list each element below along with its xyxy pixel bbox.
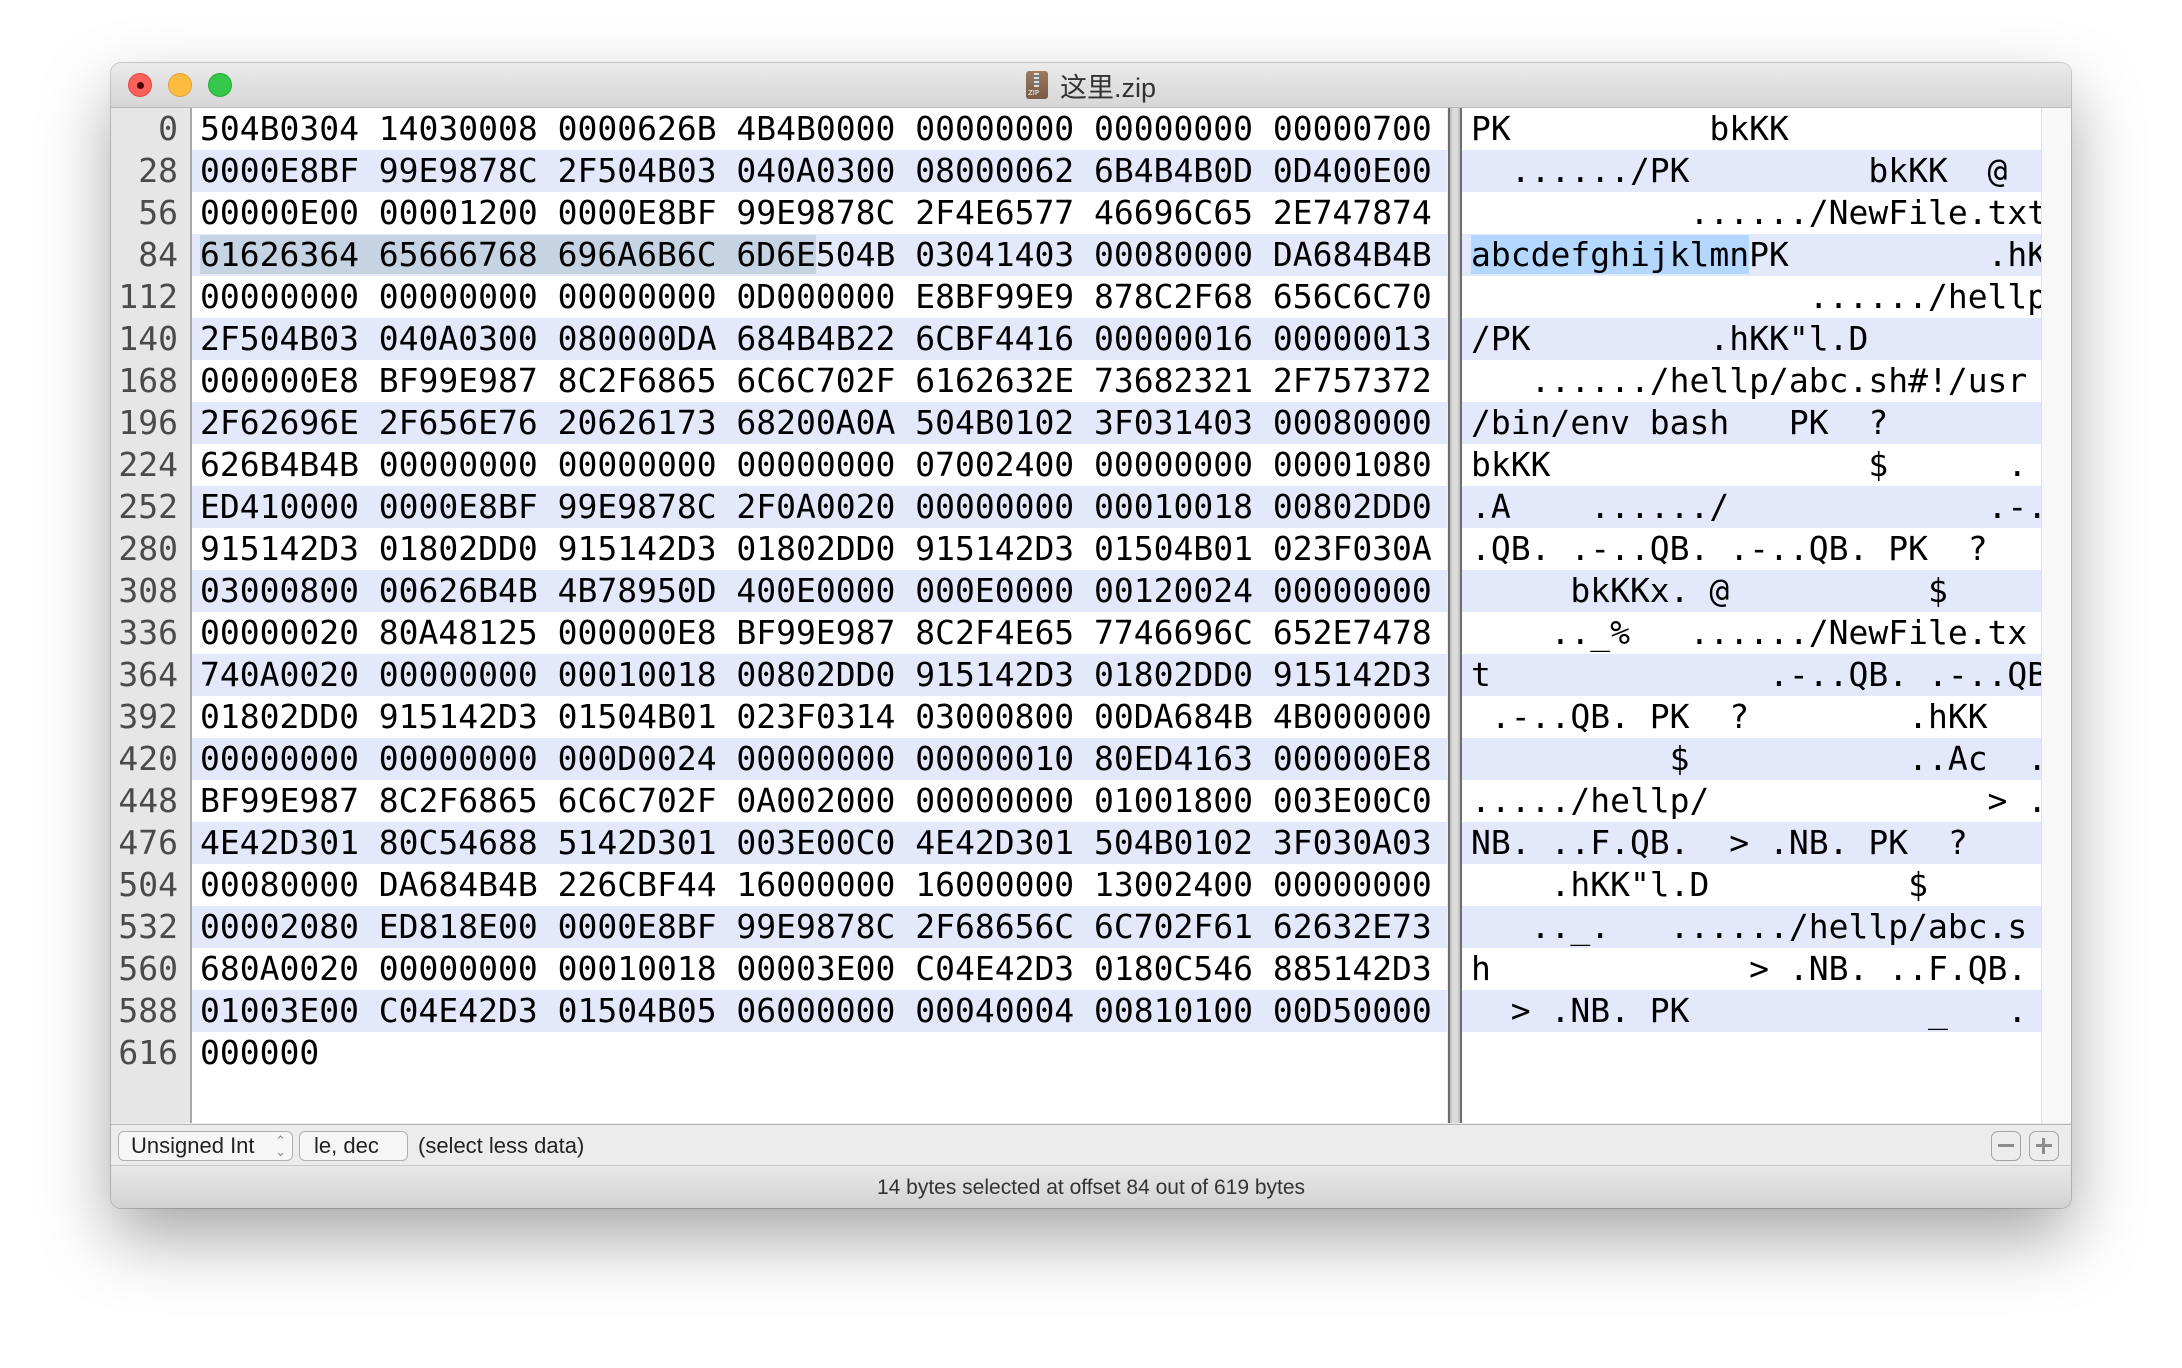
zip-archive-icon [1025,71,1048,99]
vertical-scrollbar[interactable] [2041,108,2071,1123]
row-offset: 28 [138,151,178,190]
offset-gutter: 0 28 56 84 112 140 168 196 224 252 280 308 336 364 392… [111,108,192,1123]
inspector-value: (select less data) [418,1133,585,1158]
ascii-row[interactable]: NB. ..F.QB. > .NB. PK ? [1462,822,2041,864]
hex-row[interactable]: 00000E00 00001200 0000E8BF 99E9878C 2F4E… [192,192,1447,234]
ascii-row[interactable]: .hKK"l.D $ [1462,864,2041,906]
hex-row[interactable]: 0000E8BF 99E9878C 2F504B03 040A0300 0800… [192,150,1447,192]
status-text: 14 bytes selected at offset 84 out of 61… [876,1175,1306,1199]
ascii-row[interactable]: bkKK $ . [1462,444,2041,486]
row-offset: 196 [118,403,178,442]
hex-row[interactable]: ED410000 0000E8BF 99E9878C 2F0A0020 0000… [192,486,1447,528]
hex-row[interactable]: 00080000 DA684B4B 226CBF44 16000000 1600… [192,864,1447,906]
hex-row[interactable]: 504B0304 14030008 0000626B 4B4B0000 0000… [192,108,1447,150]
type-popup[interactable]: Unsigned Int ⌃ ⌄ [118,1131,293,1161]
row-offset: 308 [118,571,178,610]
hex-row[interactable]: 2F504B03 040A0300 080000DA 684B4B22 6CBF… [192,318,1447,360]
title-bar[interactable]: 这里.zip [111,63,2071,108]
type-popup-label: Unsigned Int [131,1133,255,1158]
window-title-text: 这里.zip [1059,72,1157,103]
ascii-row[interactable]: /bin/env bash PK ? [1462,402,2041,444]
row-offset: 560 [118,949,178,988]
hex-row[interactable]: 2F62696E 2F656E76 20626173 68200A0A 504B… [192,402,1447,444]
row-offset: 84 [138,235,178,274]
hex-selection[interactable]: 61626364 65666768 696A6B6C 6D6E [200,235,816,274]
ascii-row[interactable]: bkKKx. @ $ [1462,570,2041,612]
hex-row[interactable]: 00002080 ED818E00 0000E8BF 99E9878C 2F68… [192,906,1447,948]
row-offset: 392 [118,697,178,736]
updown-chevron-icon: ⌃ ⌄ [275,1133,286,1159]
ascii-row[interactable]: .A ....../ .-. [1462,486,2041,528]
endian-popup[interactable]: le, dec [299,1131,408,1161]
hex-pane[interactable]: 504B0304 14030008 0000626B 4B4B0000 0000… [192,108,1447,1123]
data-inspector-bar: Unsigned Int ⌃ ⌄ le, dec (select less dat… [111,1124,2071,1165]
ascii-row[interactable]: .._. ....../hellp/abc.s [1462,906,2041,948]
row-offset: 504 [118,865,178,904]
row-offset: 476 [118,823,178,862]
ascii-row[interactable]: > .NB. PK _ . [1462,990,2041,1032]
row-offset: 420 [118,739,178,778]
hex-row[interactable]: 740A0020 00000000 00010018 00802DD0 9151… [192,654,1447,696]
row-offset: 364 [118,655,178,694]
ascii-row[interactable]: ....../PK bkKK @ [1462,150,2041,192]
row-offset: 252 [118,487,178,526]
hex-row[interactable]: 01802DD0 915142D3 01504B01 023F0314 0300… [192,696,1447,738]
row-offset: 224 [118,445,178,484]
row-offset: 140 [118,319,178,358]
hex-fiend-window: 这里.zip 028568411214016819622425228030833… [111,63,2071,1208]
hex-row[interactable]: 00000000 00000000 000D0024 00000000 0000… [192,738,1447,780]
row-offset: 0 [158,109,178,148]
minus-icon [1998,1144,2014,1147]
ascii-row[interactable] [1462,1032,2041,1074]
pane-divider[interactable] [1448,108,1462,1123]
row-offset: 112 [118,277,178,316]
hex-row[interactable]: 61626364 65666768 696A6B6C 6D6E504B 0304… [192,234,1447,276]
ascii-row[interactable]: h > .NB. ..F.QB. [1462,948,2041,990]
ascii-selection[interactable]: abcdefghijklmn [1471,235,1750,274]
remove-inspector-button[interactable] [1991,1131,2021,1161]
hex-row[interactable]: 00000000 00000000 00000000 0D000000 E8BF… [192,276,1447,318]
add-inspector-button[interactable] [2029,1131,2059,1161]
hex-row[interactable]: 000000E8 BF99E987 8C2F6865 6C6C702F 6162… [192,360,1447,402]
ascii-row[interactable]: .-..QB. PK ? .hKK [1462,696,2041,738]
ascii-rest: PK .hKK [1749,235,2041,274]
hex-row[interactable]: 00000020 80A48125 000000E8 BF99E987 8C2F… [192,612,1447,654]
ascii-row[interactable]: PK bkKK [1462,108,2041,150]
row-offset: 56 [138,193,178,232]
status-bar: 14 bytes selected at offset 84 out of 61… [111,1165,2071,1208]
window-title: 这里.zip [111,63,2071,107]
row-offset: 532 [118,907,178,946]
ascii-row[interactable]: /PK .hKK"l.D [1462,318,2041,360]
ascii-row[interactable]: ....../NewFile.txt [1462,192,2041,234]
row-offset: 448 [118,781,178,820]
hex-row[interactable]: 000000 [192,1032,1447,1074]
row-offset: 616 [118,1033,178,1072]
ascii-row[interactable]: abcdefghijklmnPK .hKK [1462,234,2041,276]
ascii-row[interactable]: .._% ....../NewFile.tx [1462,612,2041,654]
row-offset: 280 [118,529,178,568]
ascii-pane[interactable]: PK bkKK ....../PK bkKK @ ....../NewFile.… [1462,108,2041,1123]
hex-row[interactable]: 680A0020 00000000 00010018 00003E00 C04E… [192,948,1447,990]
row-offset: 588 [118,991,178,1030]
ascii-row[interactable]: ....../hellp [1462,276,2041,318]
hex-row[interactable]: 4E42D301 80C54688 5142D301 003E00C0 4E42… [192,822,1447,864]
hex-row[interactable]: BF99E987 8C2F6865 6C6C702F 0A002000 0000… [192,780,1447,822]
row-offset: 168 [118,361,178,400]
ascii-row[interactable]: ....../hellp/abc.sh#!/usr [1462,360,2041,402]
hex-row[interactable]: 915142D3 01802DD0 915142D3 01802DD0 9151… [192,528,1447,570]
hex-row[interactable]: 03000800 00626B4B 4B78950D 400E0000 000E… [192,570,1447,612]
hex-row[interactable]: 626B4B4B 00000000 00000000 00000000 0700… [192,444,1447,486]
hex-row[interactable]: 01003E00 C04E42D3 01504B05 06000000 0004… [192,990,1447,1032]
ascii-row[interactable]: ...../hellp/ > . [1462,780,2041,822]
ascii-row[interactable]: t .-..QB. .-..QB. [1462,654,2041,696]
hex-rest: 504B 03041403 00080000 DA684B4B [815,235,1432,274]
row-offset: 336 [118,613,178,652]
ascii-row[interactable]: $ ..Ac . [1462,738,2041,780]
ascii-row[interactable]: .QB. .-..QB. .-..QB. PK ? [1462,528,2041,570]
endian-popup-label: le, dec [314,1133,379,1158]
